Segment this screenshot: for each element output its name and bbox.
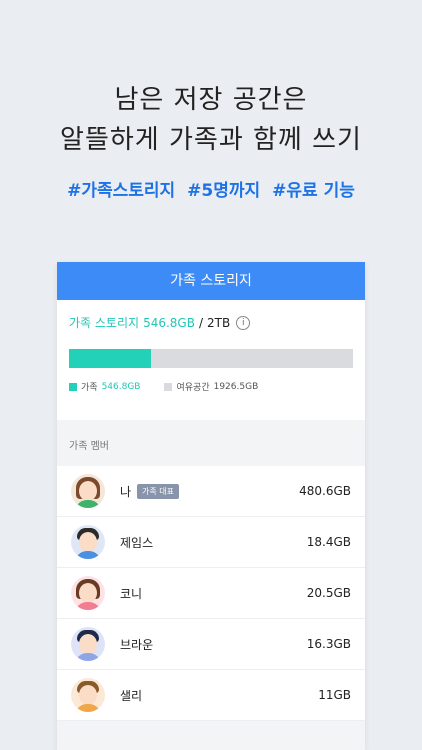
member-name: 코니	[120, 586, 143, 601]
member-row[interactable]: 브라운 16.3GB	[57, 619, 365, 670]
storage-legend: 가족 546.8GB 여유공간 1926.5GB	[69, 380, 353, 393]
avatar-man-glasses-icon	[71, 525, 105, 559]
avatar-man-blue-icon	[71, 627, 105, 661]
legend-family: 가족 546.8GB	[69, 380, 140, 393]
member-name: 브라운	[120, 637, 154, 652]
member-name-wrap: 브라운	[120, 636, 153, 653]
usage-total: 2TB	[207, 315, 231, 330]
hashtag-paid-feature: #유료 기능	[272, 181, 355, 201]
usage-label: 가족 스토리지	[69, 316, 140, 330]
headline: 남은 저장 공간은 알뜰하게 가족과 함께 쓰기	[0, 80, 422, 160]
legend-free: 여유공간 1926.5GB	[164, 380, 258, 393]
member-row[interactable]: 코니 20.5GB	[57, 568, 365, 619]
headline-line-2: 알뜰하게 가족과 함께 쓰기	[60, 125, 362, 155]
member-name: 샐리	[120, 688, 143, 703]
info-icon[interactable]: i	[236, 315, 251, 330]
member-name: 나	[120, 484, 132, 499]
family-storage-card: 가족 스토리지 가족 스토리지 546.8GB / 2TB i 가족 546.8…	[57, 262, 365, 750]
hashtags: #가족스토리지 #5명까지 #유료 기능	[0, 176, 422, 201]
avatar-woman-pink-icon	[71, 576, 105, 610]
storage-bar-fill	[69, 349, 152, 368]
member-row[interactable]: 제임스 18.4GB	[57, 517, 365, 568]
member-size: 18.4GB	[306, 535, 351, 549]
card-title: 가족 스토리지	[57, 262, 365, 300]
legend-family-label: 가족	[81, 383, 98, 393]
hashtag-family-storage: #가족스토리지	[67, 181, 176, 201]
member-row[interactable]: 나 가족 대표 480.6GB	[57, 466, 365, 517]
headline-line-1: 남은 저장 공간은	[114, 85, 308, 115]
member-size: 16.3GB	[306, 637, 351, 651]
member-row[interactable]: 샐리 11GB	[57, 670, 365, 721]
member-name-wrap: 나 가족 대표	[120, 483, 180, 500]
members-section-label: 가족 멤버	[69, 441, 109, 452]
avatar-woman-brown-hair-icon	[71, 474, 105, 508]
usage-summary: 가족 스토리지 546.8GB / 2TB i	[69, 314, 353, 331]
legend-free-swatch	[164, 382, 173, 391]
avatar-man-orange-icon	[71, 678, 105, 712]
member-size: 11GB	[318, 688, 351, 702]
legend-family-swatch	[69, 382, 77, 391]
family-head-badge: 가족 대표	[137, 483, 180, 499]
member-size: 20.5GB	[306, 586, 351, 600]
legend-free-value: 1926.5GB	[213, 381, 259, 392]
member-size: 480.6GB	[299, 484, 351, 498]
storage-bar	[69, 349, 353, 368]
legend-family-value: 546.8GB	[101, 381, 141, 392]
usage-separator: /	[198, 315, 203, 330]
member-name-wrap: 코니	[120, 585, 142, 602]
hashtag-five-people: #5명까지	[187, 181, 261, 201]
legend-free-label: 여유공간	[176, 383, 210, 393]
usage-section: 가족 스토리지 546.8GB / 2TB i 가족 546.8GB 여유공간 …	[57, 300, 365, 420]
usage-used: 546.8GB	[143, 315, 195, 330]
member-name-wrap: 제임스	[120, 534, 153, 551]
member-name: 제임스	[120, 535, 154, 550]
member-name-wrap: 샐리	[120, 687, 142, 704]
